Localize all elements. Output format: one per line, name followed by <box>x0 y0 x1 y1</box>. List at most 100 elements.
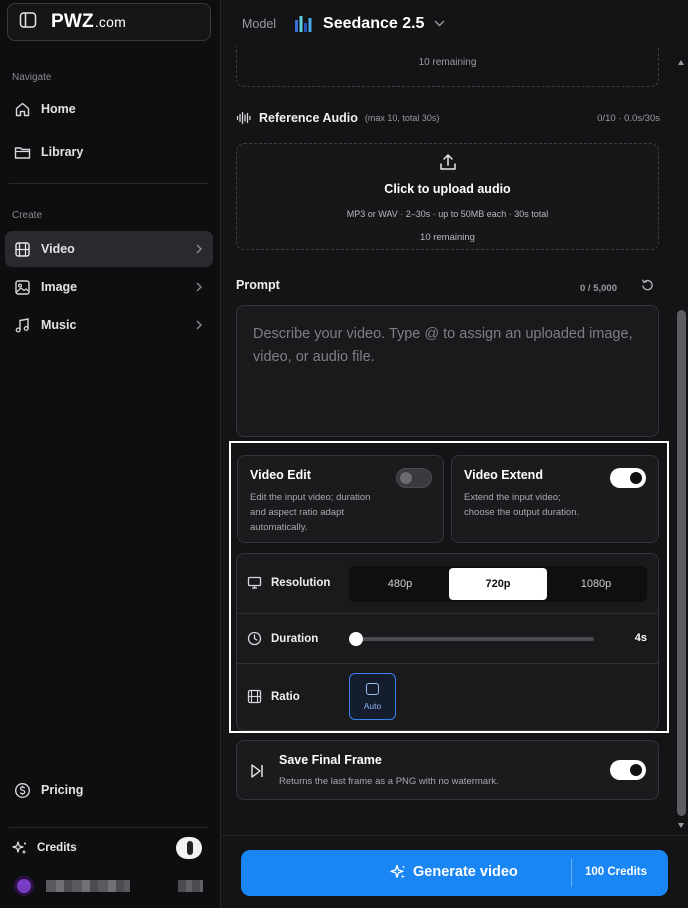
monitor-icon <box>247 576 262 589</box>
duration-slider-track[interactable] <box>356 637 594 641</box>
resolution-option-720p[interactable]: 720p <box>449 568 547 600</box>
generate-credit-cost: 100 Credits <box>585 866 648 878</box>
scrollbar[interactable] <box>677 48 686 834</box>
brand-header: PWZ.com <box>7 3 211 41</box>
chevron-right-icon <box>196 320 202 330</box>
video-extend-card[interactable]: Video Extend Extend the input video; cho… <box>451 455 659 543</box>
save-final-frame-title: Save Final Frame <box>279 753 382 767</box>
film-icon <box>247 689 262 704</box>
sidebar-item-video[interactable]: Video <box>5 231 213 267</box>
dollar-circle-icon <box>14 782 31 799</box>
sidebar-item-library[interactable]: Library <box>5 134 213 170</box>
credits-indicator[interactable] <box>176 837 202 859</box>
ratio-option-auto[interactable]: Auto <box>349 673 396 720</box>
reset-icon[interactable] <box>641 279 654 292</box>
reference-audio-header: Reference Audio (max 10, total 30s) 0/10… <box>236 109 660 127</box>
folder-icon <box>14 144 31 161</box>
scroll-down-arrow[interactable] <box>678 823 684 828</box>
duration-label: Duration <box>247 631 318 646</box>
user-name-redacted <box>46 880 130 892</box>
generate-label: Generate video <box>390 864 518 880</box>
film-icon <box>14 241 31 258</box>
save-final-frame-card[interactable]: Save Final Frame Returns the last frame … <box>236 740 659 800</box>
sidebar-item-home[interactable]: Home <box>5 91 213 127</box>
sidebar-item-label: Library <box>41 145 84 159</box>
video-extend-description: Extend the input video; choose the outpu… <box>464 492 580 518</box>
user-account-row[interactable] <box>14 876 204 896</box>
duration-row: Duration 4s <box>237 614 658 663</box>
prompt-label: Prompt <box>236 278 280 292</box>
sparkle-icon <box>390 864 405 879</box>
model-dropdown[interactable]: Seedance 2.5 <box>294 15 445 33</box>
video-edit-title: Video Edit <box>250 468 311 482</box>
upload-audio-cta: Click to upload audio <box>384 182 511 196</box>
video-edit-toggle[interactable] <box>396 468 432 488</box>
sidebar-toggle-icon[interactable] <box>19 11 37 34</box>
sidebar-divider <box>9 183 209 184</box>
ratio-row: Ratio Auto <box>237 664 658 730</box>
resolution-option-480p[interactable]: 480p <box>351 568 449 600</box>
save-final-frame-toggle[interactable] <box>610 760 646 780</box>
model-label: Model <box>242 16 277 31</box>
sidebar-item-label: Home <box>41 102 76 116</box>
ratio-option-label: Auto <box>363 701 382 711</box>
sidebar-item-label: Video <box>41 242 75 256</box>
duration-slider-handle[interactable] <box>349 632 363 646</box>
upload-audio-hint: MP3 or WAV · 2–30s · up to 50MB each · 3… <box>346 209 549 219</box>
generate-video-button[interactable]: Generate video 100 Credits <box>241 850 668 896</box>
audio-wave-icon <box>236 111 251 125</box>
reference-audio-status: 0/10 · 0.0s/30s <box>597 112 660 124</box>
square-ratio-icon <box>366 683 379 695</box>
home-icon <box>14 101 31 118</box>
resolution-option-1080p[interactable]: 1080p <box>547 568 645 600</box>
duration-value: 4s <box>634 632 647 644</box>
resolution-segmented-control: 480p 720p 1080p <box>349 566 647 602</box>
sidebar: PWZ.com Navigate Home Library Create Vid… <box>0 0 221 908</box>
model-name: Seedance 2.5 <box>323 14 425 32</box>
brand-logo[interactable]: PWZ.com <box>51 11 126 33</box>
sparkle-icon <box>12 841 27 855</box>
user-meta-redacted <box>178 880 203 892</box>
credits-row[interactable]: Credits <box>12 836 202 860</box>
upload-icon <box>440 154 456 170</box>
image-icon <box>14 279 31 296</box>
scrollbar-thumb[interactable] <box>677 310 686 816</box>
sidebar-item-music[interactable]: Music <box>5 307 213 343</box>
generator-form: 10 remaining Reference Audio (max 10, to… <box>222 47 688 835</box>
generate-bar: Generate video 100 Credits <box>222 835 688 908</box>
sidebar-item-label: Pricing <box>41 783 84 797</box>
reference-audio-title: Reference Audio <box>259 111 358 125</box>
skip-forward-icon <box>251 764 263 778</box>
prompt-char-count: 0 / 5,000 <box>580 283 617 294</box>
resolution-label: Resolution <box>247 575 330 590</box>
sidebar-item-label: Music <box>41 318 77 332</box>
resolution-row: Resolution 480p 720p 1080p <box>237 554 658 613</box>
sidebar-item-image[interactable]: Image <box>5 269 213 305</box>
model-logo-icon <box>295 15 312 32</box>
sidebar-divider <box>9 827 209 828</box>
video-settings-panel: Resolution 480p 720p 1080p Duration 4s R… <box>236 553 659 731</box>
chevron-right-icon <box>196 244 202 254</box>
chevron-right-icon <box>196 282 202 292</box>
avatar[interactable] <box>14 876 34 896</box>
credits-label: Credits <box>37 842 77 854</box>
clock-icon <box>247 631 262 646</box>
remaining-count: 10 remaining <box>418 57 477 68</box>
video-extend-title: Video Extend <box>464 468 543 482</box>
sidebar-item-pricing[interactable]: Pricing <box>5 772 213 808</box>
scroll-up-arrow[interactable] <box>678 60 684 65</box>
ratio-label: Ratio <box>247 689 300 704</box>
video-extend-toggle[interactable] <box>610 468 646 488</box>
reference-audio-subtitle: (max 10, total 30s) <box>364 113 440 123</box>
generate-divider <box>571 859 572 887</box>
previous-upload-area[interactable]: 10 remaining <box>236 47 659 87</box>
prompt-input[interactable]: Describe your video. Type @ to assign an… <box>236 305 659 437</box>
upload-audio-remaining: 10 remaining <box>420 232 475 243</box>
save-final-frame-description: Returns the last frame as a PNG with no … <box>279 776 499 787</box>
video-edit-card[interactable]: Video Edit Edit the input video; duratio… <box>237 455 444 543</box>
music-icon <box>14 317 31 334</box>
audio-upload-dropzone[interactable]: Click to upload audio MP3 or WAV · 2–30s… <box>236 143 659 250</box>
chevron-down-icon <box>434 20 445 27</box>
navigate-section-label: Navigate <box>12 72 52 83</box>
model-selector-bar: Model Seedance 2.5 <box>222 0 688 47</box>
